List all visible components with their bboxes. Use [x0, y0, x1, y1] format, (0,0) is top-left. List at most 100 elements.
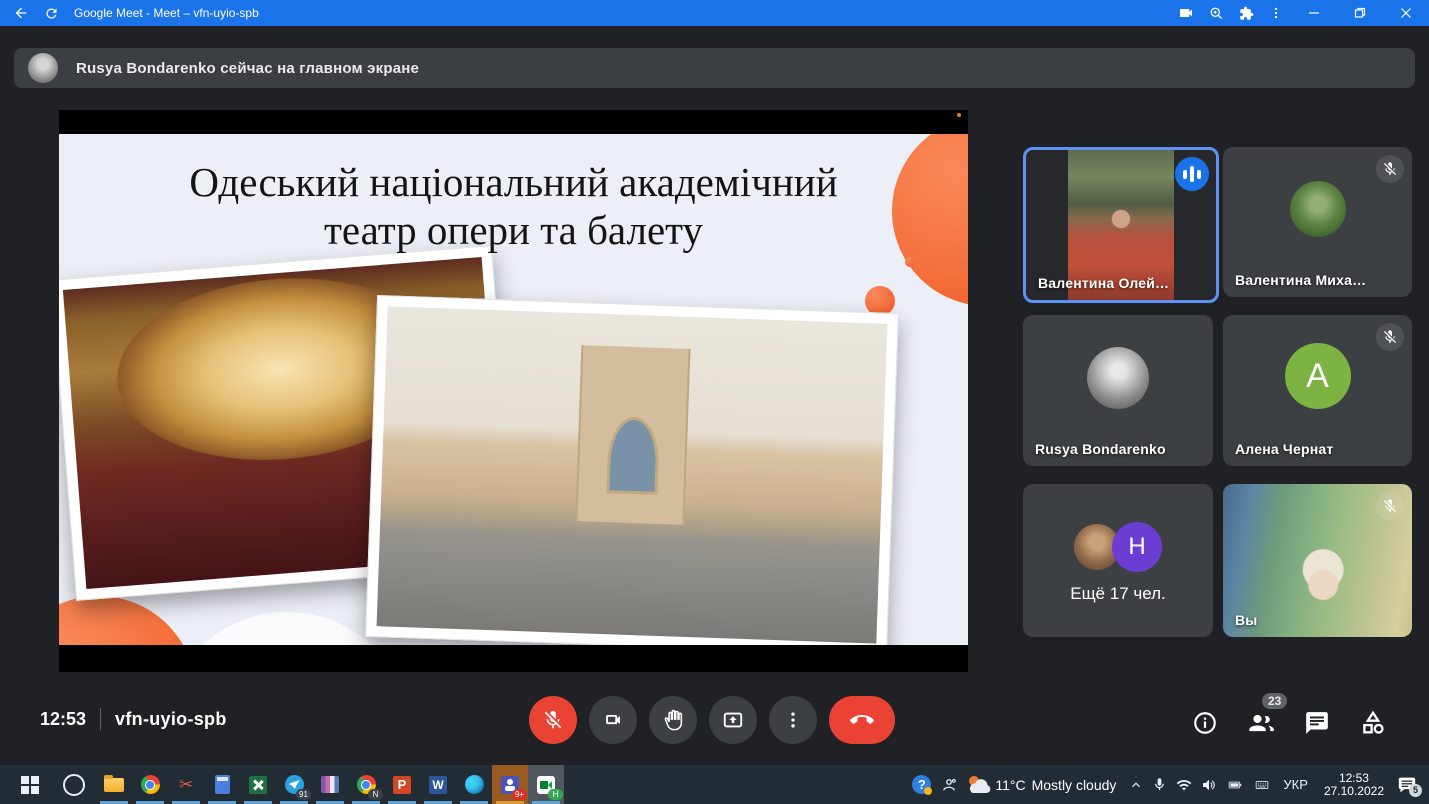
- mic-off-icon: [1376, 155, 1404, 183]
- start-button[interactable]: [10, 765, 50, 804]
- tray-time: 12:53: [1324, 772, 1384, 785]
- weather-condition: Mostly cloudy: [1032, 777, 1117, 793]
- notification-count-badge: 5: [1409, 784, 1422, 797]
- tray-wifi-icon[interactable]: [1176, 777, 1192, 793]
- tray-microphone-icon[interactable]: [1152, 777, 1167, 792]
- touch-keyboard-icon[interactable]: [1253, 778, 1271, 792]
- weather-cloud-icon: [967, 776, 993, 794]
- cortana-icon: [63, 774, 85, 796]
- participant-name: Rusya Bondarenko: [1035, 441, 1166, 457]
- tray-volume-icon[interactable]: [1201, 777, 1217, 793]
- taskbar-word[interactable]: W: [420, 765, 456, 804]
- toast-message: Rusya Bondarenko сейчас на главном экран…: [76, 60, 419, 77]
- taskbar-edge[interactable]: [456, 765, 492, 804]
- tray-battery-icon[interactable]: [1226, 778, 1244, 792]
- keyboard-language[interactable]: УКР: [1283, 777, 1308, 792]
- get-help-button[interactable]: ?: [912, 775, 931, 794]
- mic-toggle-button[interactable]: [529, 696, 577, 744]
- participant-tile-rusya-bondarenko[interactable]: Rusya Bondarenko: [1023, 315, 1213, 466]
- telegram-badge: 91: [296, 789, 311, 800]
- slide-title-line1: Одеський національний академічний: [59, 158, 968, 206]
- raise-hand-button[interactable]: [649, 696, 697, 744]
- meeting-info: 12:53 vfn-uyio-spb: [40, 708, 227, 730]
- chat-panel-button[interactable]: [1304, 710, 1330, 736]
- overflow-count-label: Ещё 17 чел.: [1023, 584, 1213, 604]
- participants-count-badge: 23: [1262, 693, 1287, 709]
- taskbar-calculator[interactable]: [204, 765, 240, 804]
- cortana-button[interactable]: [56, 765, 92, 804]
- extensions-icon[interactable]: [1231, 0, 1261, 26]
- meeting-details-button[interactable]: [1192, 710, 1218, 736]
- self-label: Вы: [1235, 612, 1257, 628]
- taskbar-chrome-profile[interactable]: N: [348, 765, 384, 804]
- overflow-avatar-letter: Н: [1112, 522, 1162, 572]
- more-options-button[interactable]: [769, 696, 817, 744]
- tray-overflow-chevron[interactable]: [1129, 778, 1143, 792]
- taskbar-chrome[interactable]: [132, 765, 168, 804]
- participant-tile-valentina-oley[interactable]: Валентина Олей…: [1023, 147, 1219, 303]
- avatar-letter: А: [1306, 357, 1329, 396]
- self-view-tile[interactable]: Вы: [1223, 484, 1412, 637]
- slide-title-line2: театр опери та балету: [59, 206, 968, 254]
- refresh-icon[interactable]: [36, 0, 66, 26]
- taskbar-snipping-tool[interactable]: ✂: [168, 765, 204, 804]
- participant-tile-alena-chernat[interactable]: А Алена Чернат: [1223, 315, 1412, 466]
- taskbar-telegram[interactable]: 91: [276, 765, 312, 804]
- taskbar-file-explorer[interactable]: [96, 765, 132, 804]
- weather-temp: 11°C: [995, 777, 1025, 793]
- meet-account-badge: H: [548, 789, 563, 800]
- camera-permission-icon[interactable]: [1171, 0, 1201, 26]
- taskbar-powerpoint[interactable]: P: [384, 765, 420, 804]
- overflow-participants-tile[interactable]: Н Ещё 17 чел.: [1023, 484, 1213, 637]
- decor-orange-dot: [905, 257, 915, 267]
- divider: [100, 708, 101, 730]
- clock-time: 12:53: [40, 709, 86, 730]
- zoom-page-icon[interactable]: [1201, 0, 1231, 26]
- minimize-button[interactable]: [1291, 0, 1337, 26]
- participant-tile-valentina-mikha[interactable]: Валентина Миха…: [1223, 147, 1412, 297]
- weather-widget[interactable]: 11°C Mostly cloudy: [967, 776, 1120, 794]
- powerpoint-icon: P: [393, 776, 411, 794]
- windows-taskbar: ✂ 91 N P W 9+ H: [0, 765, 1429, 804]
- help-icon: ?: [912, 775, 931, 794]
- participants-panel-button[interactable]: 23: [1247, 709, 1275, 737]
- participant-avatar: [1087, 347, 1149, 409]
- restore-button[interactable]: [1337, 0, 1383, 26]
- notification-icon: 5: [1397, 776, 1417, 794]
- tray-clock[interactable]: 12:53 27.10.2022: [1324, 772, 1384, 798]
- taskbar-google-meet[interactable]: H: [528, 765, 564, 804]
- mic-off-icon: [1376, 323, 1404, 351]
- speaking-indicator-icon: [1175, 157, 1209, 191]
- end-call-button[interactable]: [829, 696, 895, 744]
- participant-name: Валентина Миха…: [1235, 272, 1366, 288]
- overflow-avatars: Н: [1074, 522, 1162, 572]
- excel-icon: [249, 776, 267, 794]
- google-meet-window: Google Meet - Meet – vfn-uyio-spb: [0, 0, 1429, 804]
- meeting-panels-bar: 23: [1192, 702, 1387, 744]
- presentation-slide: Одеський національний академічний театр …: [59, 134, 968, 645]
- participant-letter-avatar: А: [1285, 343, 1351, 409]
- edge-icon: [465, 775, 484, 794]
- word-icon: W: [429, 776, 447, 794]
- participant-name: Алена Чернат: [1235, 441, 1333, 457]
- people-tray-button[interactable]: [940, 776, 958, 794]
- presenting-toast[interactable]: Rusya Bondarenko сейчас на главном экран…: [14, 48, 1415, 88]
- close-button[interactable]: [1383, 0, 1429, 26]
- activities-button[interactable]: [1359, 709, 1387, 737]
- taskbar-winrar[interactable]: [312, 765, 348, 804]
- winrar-icon: [321, 776, 339, 793]
- taskbar-excel[interactable]: [240, 765, 276, 804]
- camera-toggle-button[interactable]: [589, 696, 637, 744]
- present-screen-button[interactable]: [709, 696, 757, 744]
- participant-avatar: [1290, 181, 1346, 237]
- presentation-stage[interactable]: Одеський національний академічний театр …: [59, 110, 968, 672]
- taskbar-teams[interactable]: 9+: [492, 765, 528, 804]
- tray-date: 27.10.2022: [1324, 785, 1384, 798]
- meeting-code: vfn-uyio-spb: [115, 709, 227, 730]
- call-controls: [529, 696, 895, 744]
- browser-menu-icon[interactable]: [1261, 0, 1291, 26]
- windows-logo-icon: [21, 776, 39, 794]
- back-icon[interactable]: [6, 0, 36, 26]
- action-center-button[interactable]: 5: [1397, 776, 1417, 794]
- chrome-icon: [141, 775, 160, 794]
